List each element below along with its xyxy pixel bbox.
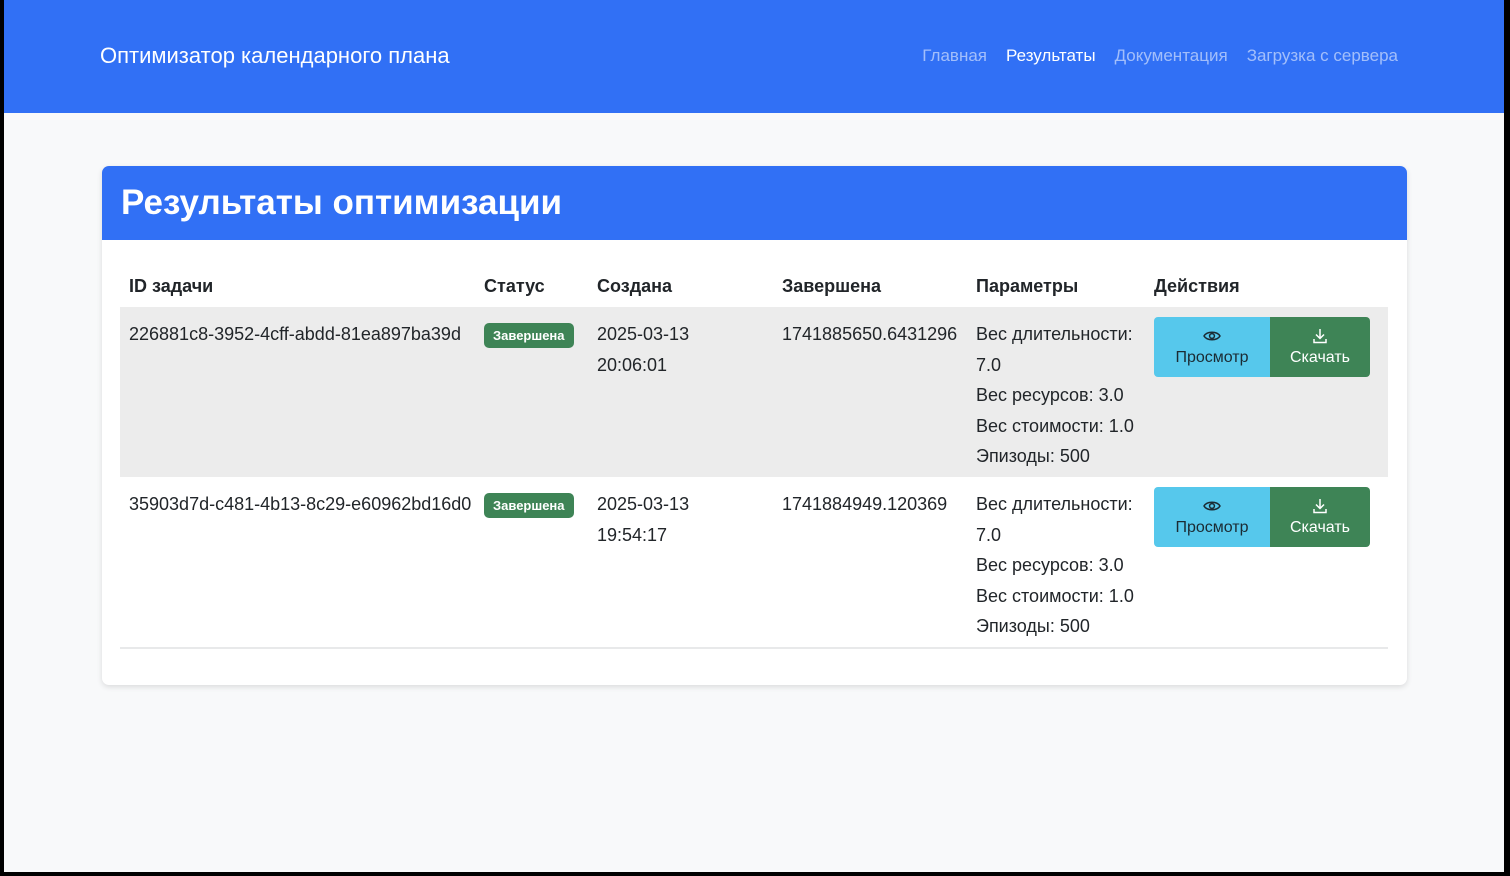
param-duration-weight: Вес длительности: 7.0 (976, 494, 1133, 545)
params-cell: Вес длительности: 7.0 Вес ресурсов: 3.0 … (976, 477, 1154, 647)
params-cell: Вес длительности: 7.0 Вес ресурсов: 3.0 … (976, 307, 1154, 477)
table-bottom-border (120, 647, 1388, 649)
results-card: Результаты оптимизации ID задачи Статус … (102, 166, 1407, 685)
header-actions: Действия (1154, 276, 1240, 296)
status-badge: Завершена (484, 323, 574, 348)
action-button-group: Просмотр Скачать (1154, 317, 1388, 377)
created-date: 2025-03-13 (597, 324, 690, 344)
finished-value: 1741884949.120369 (782, 494, 948, 514)
nav-link-home[interactable]: Главная (922, 46, 987, 66)
download-button[interactable]: Скачать (1270, 487, 1370, 547)
eye-icon (1203, 331, 1221, 341)
download-button-label: Скачать (1290, 519, 1350, 536)
nav-links: Главная Результаты Документация Загрузка… (922, 46, 1398, 66)
created-date: 2025-03-13 (597, 494, 690, 514)
param-duration-weight: Вес длительности: 7.0 (976, 324, 1133, 375)
nav-link-server-upload[interactable]: Загрузка с сервера (1247, 46, 1398, 66)
header-task-id: ID задачи (129, 276, 214, 296)
table-row: 35903d7d-c481-4b13-8c29-e60962bd16d0 Зав… (120, 477, 1388, 647)
created-cell: 2025-03-13 19:54:17 (597, 477, 782, 647)
created-time: 19:54:17 (597, 524, 668, 545)
actions-cell: Просмотр Скачать (1154, 307, 1388, 477)
page-title: Результаты оптимизации (121, 183, 563, 222)
header-status: Статус (484, 276, 545, 296)
navbar: Оптимизатор календарного плана Главная Р… (4, 0, 1504, 113)
card-header: Результаты оптимизации (102, 166, 1407, 240)
download-icon (1313, 329, 1327, 344)
view-button[interactable]: Просмотр (1154, 317, 1270, 377)
navbar-brand[interactable]: Оптимизатор календарного плана (100, 43, 450, 69)
app-frame: Оптимизатор календарного плана Главная Р… (4, 0, 1504, 872)
param-episodes: Эпизоды: 500 (976, 616, 1090, 636)
table-row: 226881c8-3952-4cff-abdd-81ea897ba39d Зав… (120, 307, 1388, 477)
header-params: Параметры (976, 276, 1079, 296)
task-id: 226881c8-3952-4cff-abdd-81ea897ba39d (129, 324, 461, 344)
task-id: 35903d7d-c481-4b13-8c29-e60962bd16d0 (129, 494, 472, 514)
header-finished: Завершена (782, 276, 882, 296)
param-episodes: Эпизоды: 500 (976, 446, 1090, 466)
actions-cell: Просмотр Скачать (1154, 477, 1388, 647)
action-button-group: Просмотр Скачать (1154, 487, 1388, 547)
view-button-label: Просмотр (1175, 519, 1249, 536)
created-cell: 2025-03-13 20:06:01 (597, 307, 782, 477)
download-button[interactable]: Скачать (1270, 317, 1370, 377)
results-table: ID задачи Статус Создана Завершена Парам… (120, 269, 1388, 649)
view-button[interactable]: Просмотр (1154, 487, 1270, 547)
param-resource-weight: Вес ресурсов: 3.0 (976, 555, 1124, 575)
header-created: Создана (597, 276, 673, 296)
download-icon (1313, 499, 1327, 514)
table-header: ID задачи Статус Создана Завершена Парам… (120, 269, 1388, 307)
nav-link-results[interactable]: Результаты (1006, 46, 1096, 66)
param-cost-weight: Вес стоимости: 1.0 (976, 585, 1134, 606)
download-button-label: Скачать (1290, 349, 1350, 366)
finished-value: 1741885650.6431296 (782, 324, 958, 344)
eye-icon (1203, 501, 1221, 511)
nav-link-docs[interactable]: Документация (1115, 46, 1228, 66)
status-cell: Завершена (484, 477, 597, 647)
created-time: 20:06:01 (597, 354, 668, 375)
param-resource-weight: Вес ресурсов: 3.0 (976, 385, 1124, 405)
status-cell: Завершена (484, 307, 597, 477)
param-cost-weight: Вес стоимости: 1.0 (976, 415, 1134, 436)
view-button-label: Просмотр (1175, 349, 1249, 366)
status-badge: Завершена (484, 493, 574, 518)
